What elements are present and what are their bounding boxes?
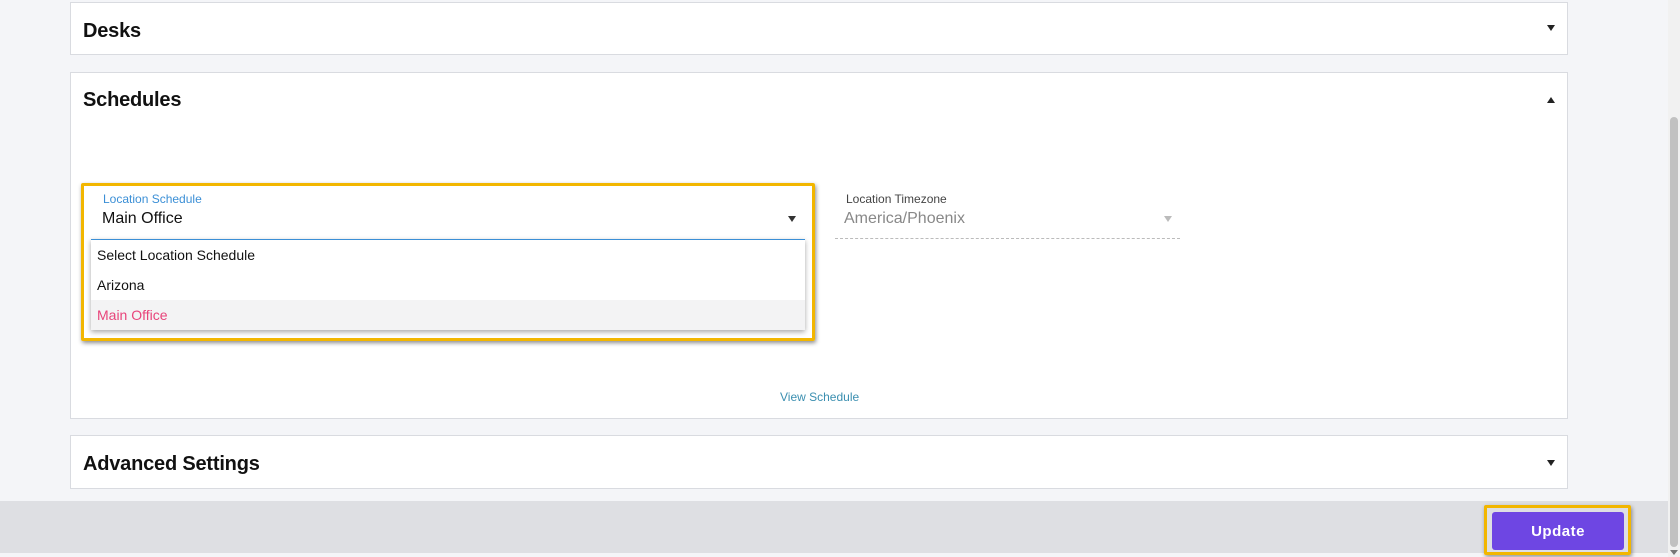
scroll-down-icon[interactable] <box>1670 550 1678 555</box>
chevron-down-icon[interactable] <box>1547 460 1555 466</box>
chevron-up-icon[interactable] <box>1547 97 1555 103</box>
location-timezone-label: Location Timezone <box>846 192 947 206</box>
location-schedule-dropdown: Select Location Schedule Arizona Main Of… <box>91 239 805 330</box>
location-schedule-select[interactable]: Main Office <box>102 210 183 228</box>
advanced-settings-panel: Advanced Settings <box>70 435 1568 489</box>
update-button[interactable]: Update <box>1492 512 1624 550</box>
location-timezone-select: America/Phoenix <box>844 210 965 227</box>
dropdown-option[interactable]: Arizona <box>91 270 805 300</box>
scrollbar-thumb[interactable] <box>1670 117 1678 547</box>
dropdown-option[interactable]: Select Location Schedule <box>91 240 805 270</box>
footer-bar <box>0 501 1668 553</box>
scrollbar[interactable] <box>1668 0 1680 557</box>
chevron-down-icon[interactable] <box>788 216 796 222</box>
chevron-down-icon <box>1164 216 1172 222</box>
timezone-underline <box>835 238 1180 239</box>
location-schedule-label: Location Schedule <box>103 192 202 206</box>
dropdown-option-selected[interactable]: Main Office <box>91 300 805 330</box>
schedules-panel-title[interactable]: Schedules <box>83 89 181 112</box>
advanced-settings-panel-title[interactable]: Advanced Settings <box>83 453 260 476</box>
chevron-down-icon[interactable] <box>1547 25 1555 31</box>
view-schedule-link[interactable]: View Schedule <box>780 390 859 404</box>
desks-panel: Desks <box>70 2 1568 55</box>
desks-panel-title[interactable]: Desks <box>83 20 141 43</box>
